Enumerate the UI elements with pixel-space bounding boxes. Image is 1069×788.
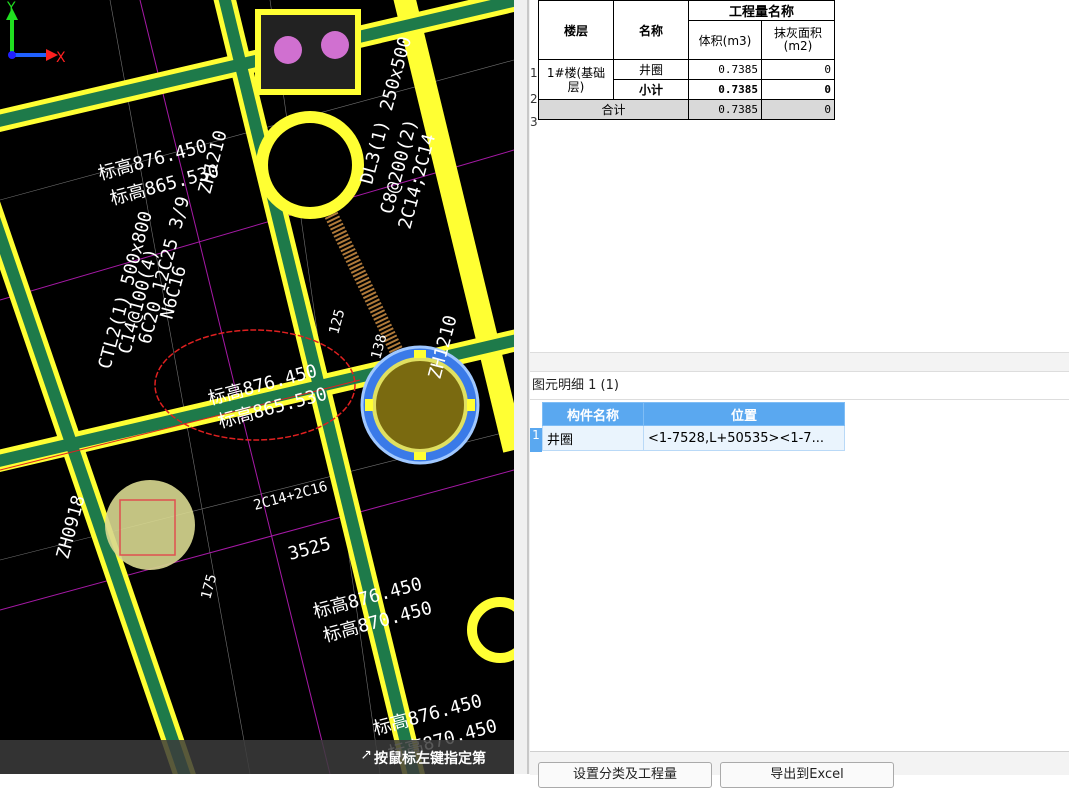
splitter-line [527,0,529,774]
cell-volume[interactable]: 0.7385 [688,79,762,100]
header-name: 名称 [613,0,689,60]
quantity-table: 楼层 名称 工程量名称 体积(m3) 抹灰面积(m2) 1#楼(基础层) 井圈 … [538,0,835,120]
detail-count: 1 (1) [588,378,619,393]
cad-dimension-label: 3525 [286,533,333,565]
command-prompt: 按鼠标左键指定第 [374,751,486,767]
cad-dimension-label: 175 [198,572,220,601]
header-plaster: 抹灰面积(m2) [761,20,835,60]
cell-volume[interactable]: 0.7385 [688,99,762,120]
cell-component-name[interactable]: 井圈 [542,425,644,451]
set-classification-button[interactable]: 设置分类及工程量 [538,762,712,788]
cad-dimension-label: 2C14+2C16 [252,479,329,514]
cell-total-label[interactable]: 合计 [538,99,689,120]
section-splitter[interactable] [530,352,1069,372]
quantity-panel: 1 2 3 楼层 名称 工程量名称 体积(m3) 抹灰面积(m2) 1#楼(基础… [530,0,1069,788]
bottom-toolbar: 设置分类及工程量 导出到Excel [530,751,1069,788]
cad-dimension-label: 125 [326,307,348,336]
cell-plaster[interactable]: 0 [761,79,835,100]
cell-name[interactable]: 井圈 [613,59,689,80]
header-volume: 体积(m3) [688,20,762,60]
cad-drawing: 标高876.450 标高865.530 标高876.450 标高865.530 … [0,0,514,774]
table-row[interactable]: 井圈 <1-7528,L+50535><1-7... [542,425,845,451]
axis-x-label: X [56,50,66,66]
command-status-bar: ↗ 按鼠标左键指定第 [0,740,514,774]
cad-canvas[interactable]: 标高876.450 标高865.530 标高876.450 标高865.530 … [0,0,514,774]
row-number: 2 [530,92,538,106]
row-number: 3 [530,115,538,129]
detail-row-numbers: 1 [530,402,542,452]
axis-y-label: Y [6,0,16,16]
detail-table: 构件名称 位置 井圈 <1-7528,L+50535><1-7... [542,402,845,451]
cell-subtotal-label[interactable]: 小计 [613,79,689,100]
ucs-axis-icon: Y X [6,0,66,66]
header-floor: 楼层 [538,0,614,60]
header-component-name[interactable]: 构件名称 [542,402,644,426]
cell-volume[interactable]: 0.7385 [688,59,762,80]
export-excel-button[interactable]: 导出到Excel [720,762,894,788]
row-number[interactable]: 1 [530,428,542,452]
detail-header: 图元明细 1 (1) [532,374,619,393]
cell-floor[interactable]: 1#楼(基础层) [538,59,614,100]
cad-pile-label: ZH0918 [53,493,90,561]
cell-plaster[interactable]: 0 [761,59,835,80]
cell-position[interactable]: <1-7528,L+50535><1-7... [643,425,845,451]
detail-title: 图元明细 [532,378,585,393]
divider [530,399,1069,400]
header-position[interactable]: 位置 [643,402,845,426]
header-quantity-group: 工程量名称 [688,0,835,21]
row-number: 1 [530,66,538,80]
cursor-icon: ↗ [360,747,372,763]
cell-plaster[interactable]: 0 [761,99,835,120]
